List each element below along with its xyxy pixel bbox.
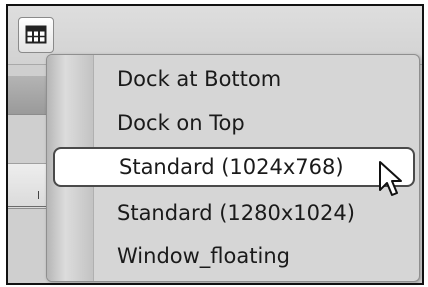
layout-dropdown-menu: Dock at Bottom Dock on Top Standard (102… <box>46 54 420 282</box>
menu-item-label: Window_floating <box>117 244 290 268</box>
menu-item-dock-at-bottom[interactable]: Dock at Bottom <box>47 59 419 99</box>
window-layout-icon <box>25 25 47 44</box>
mouse-pointer-icon <box>379 161 402 196</box>
ruler-tick <box>38 191 39 199</box>
menu-item-label: Dock at Bottom <box>117 67 282 91</box>
menu-item-label: Standard (1024x768) <box>119 155 344 179</box>
menu-item-label: Standard (1280x1024) <box>117 201 355 225</box>
menu-item-standard-1024x768[interactable]: Standard (1024x768) <box>53 147 415 187</box>
layout-button[interactable] <box>18 17 54 53</box>
menu-item-label: Dock on Top <box>117 111 245 135</box>
menu-item-window-floating[interactable]: Window_floating <box>47 236 419 276</box>
menu-item-dock-on-top[interactable]: Dock on Top <box>47 103 419 143</box>
menu-item-standard-1280x1024[interactable]: Standard (1280x1024) <box>47 193 419 233</box>
